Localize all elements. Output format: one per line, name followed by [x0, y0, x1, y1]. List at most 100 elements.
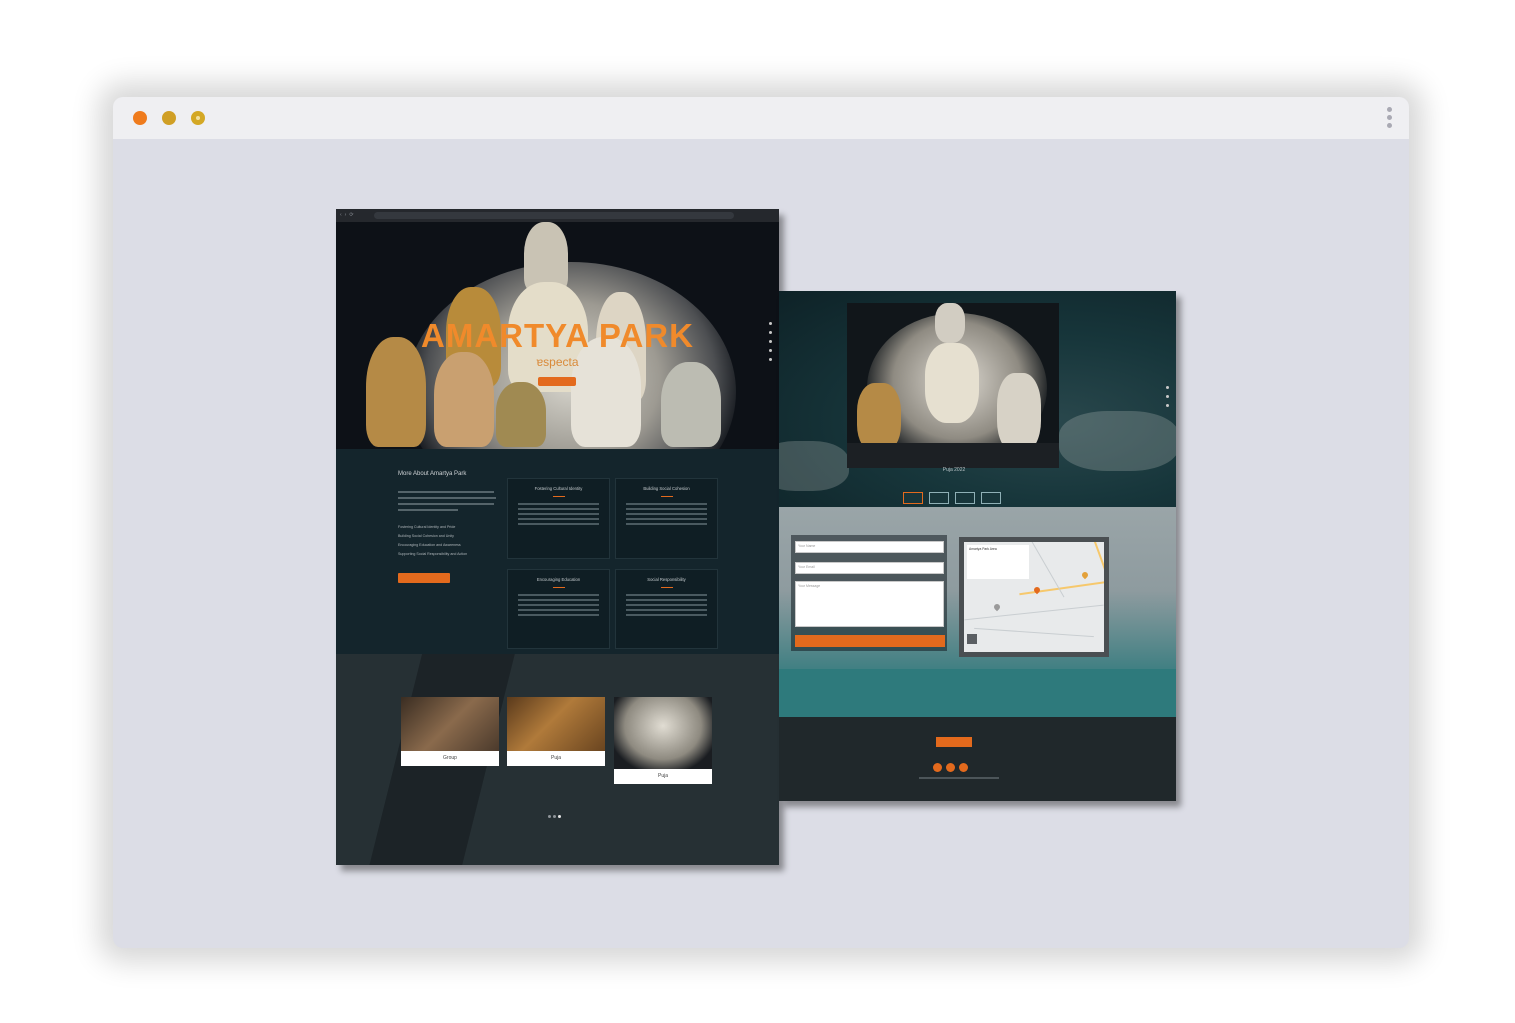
hero-section: AMARTYA PARK ɐspecta — [336, 222, 779, 449]
feature-card-title: Fostering Cultural Identity — [534, 486, 583, 491]
about-bullet-list: Fostering Cultural Identity and Pride Bu… — [398, 525, 467, 561]
background-shape — [1059, 411, 1176, 471]
feature-card-title: Encouraging Education — [536, 577, 581, 582]
card-text-line — [518, 513, 599, 515]
map-canvas: Amartya Park Area — [964, 542, 1104, 652]
slider-tab[interactable] — [955, 492, 975, 504]
section-nav-dots[interactable] — [769, 322, 773, 367]
feature-card-title: Building Social Cohesion — [643, 486, 690, 491]
maximize-window-button[interactable] — [191, 111, 205, 125]
footer-cta-button[interactable] — [936, 737, 972, 747]
gallery-photo — [401, 697, 499, 751]
location-pin-icon — [1080, 570, 1090, 580]
gallery-item[interactable]: Group — [401, 697, 499, 766]
map-road — [1086, 542, 1104, 587]
card-text-line — [626, 523, 707, 525]
feature-card: Encouraging Education — [507, 569, 610, 649]
card-text-line — [626, 594, 707, 596]
about-bullet: Encouraging Education and Awareness — [398, 543, 461, 547]
site-footer — [779, 717, 1176, 801]
slider-tab[interactable] — [929, 492, 949, 504]
section-nav-dots[interactable] — [1166, 386, 1170, 413]
window-titlebar — [113, 97, 1409, 139]
youtube-icon[interactable] — [959, 763, 968, 772]
copyright-text — [919, 775, 999, 779]
about-paragraph-line — [398, 491, 494, 493]
gallery-pagination[interactable] — [548, 805, 563, 823]
about-paragraph-line — [398, 509, 458, 511]
slider-tab[interactable] — [903, 492, 923, 504]
browser-nav-icons: ‹›⟳ — [340, 212, 357, 218]
card-text-line — [626, 604, 707, 606]
card-text-line — [626, 599, 707, 601]
map-street — [974, 627, 1094, 638]
about-cta-button[interactable] — [398, 573, 450, 583]
card-text-line — [518, 594, 599, 596]
idol-figure — [661, 362, 721, 447]
card-divider — [660, 587, 673, 588]
feature-card-title: Social Responsibility — [647, 577, 686, 582]
slider-section: Puja 2022 — [779, 291, 1176, 507]
feature-card: Building Social Cohesion — [615, 478, 718, 559]
about-bullet: Supporting Social Responsibility and Act… — [398, 552, 468, 556]
contact-form: Your Name Your Email Your Message — [791, 535, 947, 651]
contact-background-image — [779, 669, 1176, 717]
gallery-item[interactable]: Puja — [614, 697, 712, 784]
gallery-photo — [507, 697, 605, 751]
background-shape — [779, 441, 849, 491]
hero-subtitle: ɐspecta — [536, 355, 579, 369]
card-text-line — [518, 609, 599, 611]
map-control[interactable] — [967, 634, 977, 644]
card-text-line — [626, 503, 707, 505]
location-pin-icon — [992, 602, 1002, 612]
card-text-line — [518, 604, 599, 606]
slider-caption: Puja 2022 — [942, 467, 966, 473]
card-text-line — [626, 614, 707, 616]
contact-section: Your Name Your Email Your Message Amarty… — [779, 507, 1176, 717]
email-field[interactable]: Your Email — [795, 562, 944, 574]
card-text-line — [626, 513, 707, 515]
mockup-browser-bar: ‹›⟳ — [336, 209, 779, 222]
feature-card: Social Responsibility — [615, 569, 718, 649]
card-text-line — [518, 523, 599, 525]
about-bullet: Building Social Cohesion and Unity — [398, 534, 454, 538]
name-field[interactable]: Your Name — [795, 541, 944, 553]
card-text-line — [518, 599, 599, 601]
map-info-box: Amartya Park Area — [967, 545, 1029, 579]
card-text-line — [626, 508, 707, 510]
card-text-line — [518, 503, 599, 505]
instagram-icon[interactable] — [946, 763, 955, 772]
location-map[interactable]: Amartya Park Area — [959, 537, 1109, 657]
minimize-window-button[interactable] — [162, 111, 176, 125]
card-text-line — [518, 518, 599, 520]
hero-title: AMARTYA PARK — [421, 317, 694, 354]
about-paragraph-line — [398, 503, 494, 505]
gallery-item[interactable]: Puja — [507, 697, 605, 766]
inner-page-mockup: Puja 2022 Your Name Your Email Your Mess… — [779, 291, 1176, 801]
slider-tab[interactable] — [981, 492, 1001, 504]
about-heading: More About Amartya Park — [398, 471, 467, 477]
card-divider — [660, 496, 673, 497]
gallery-caption: Group — [401, 751, 499, 766]
facebook-icon[interactable] — [933, 763, 942, 772]
address-bar — [374, 212, 734, 219]
map-place-name: Amartya Park Area — [969, 547, 997, 551]
card-text-line — [626, 518, 707, 520]
card-divider — [552, 496, 565, 497]
gallery-photo — [614, 697, 712, 769]
about-bullet: Fostering Cultural Identity and Pride — [398, 525, 456, 529]
slider-tabs — [903, 492, 1007, 507]
about-section: More About Amartya Park Fostering Cultur… — [336, 449, 779, 654]
feature-card: Fostering Cultural Identity — [507, 478, 610, 559]
slider-photo — [847, 303, 1059, 468]
homepage-mockup: ‹›⟳ AMARTYA PARK ɐspecta More About Amar… — [336, 209, 779, 865]
message-field[interactable]: Your Message — [795, 581, 944, 627]
submit-button[interactable] — [795, 635, 945, 647]
card-text-line — [518, 508, 599, 510]
about-paragraph-line — [398, 497, 496, 499]
gallery-caption: Puja — [614, 769, 712, 784]
kebab-menu-icon[interactable] — [1387, 107, 1393, 131]
card-text-line — [626, 609, 707, 611]
close-window-button[interactable] — [133, 111, 147, 125]
hero-cta-button[interactable] — [538, 377, 576, 386]
